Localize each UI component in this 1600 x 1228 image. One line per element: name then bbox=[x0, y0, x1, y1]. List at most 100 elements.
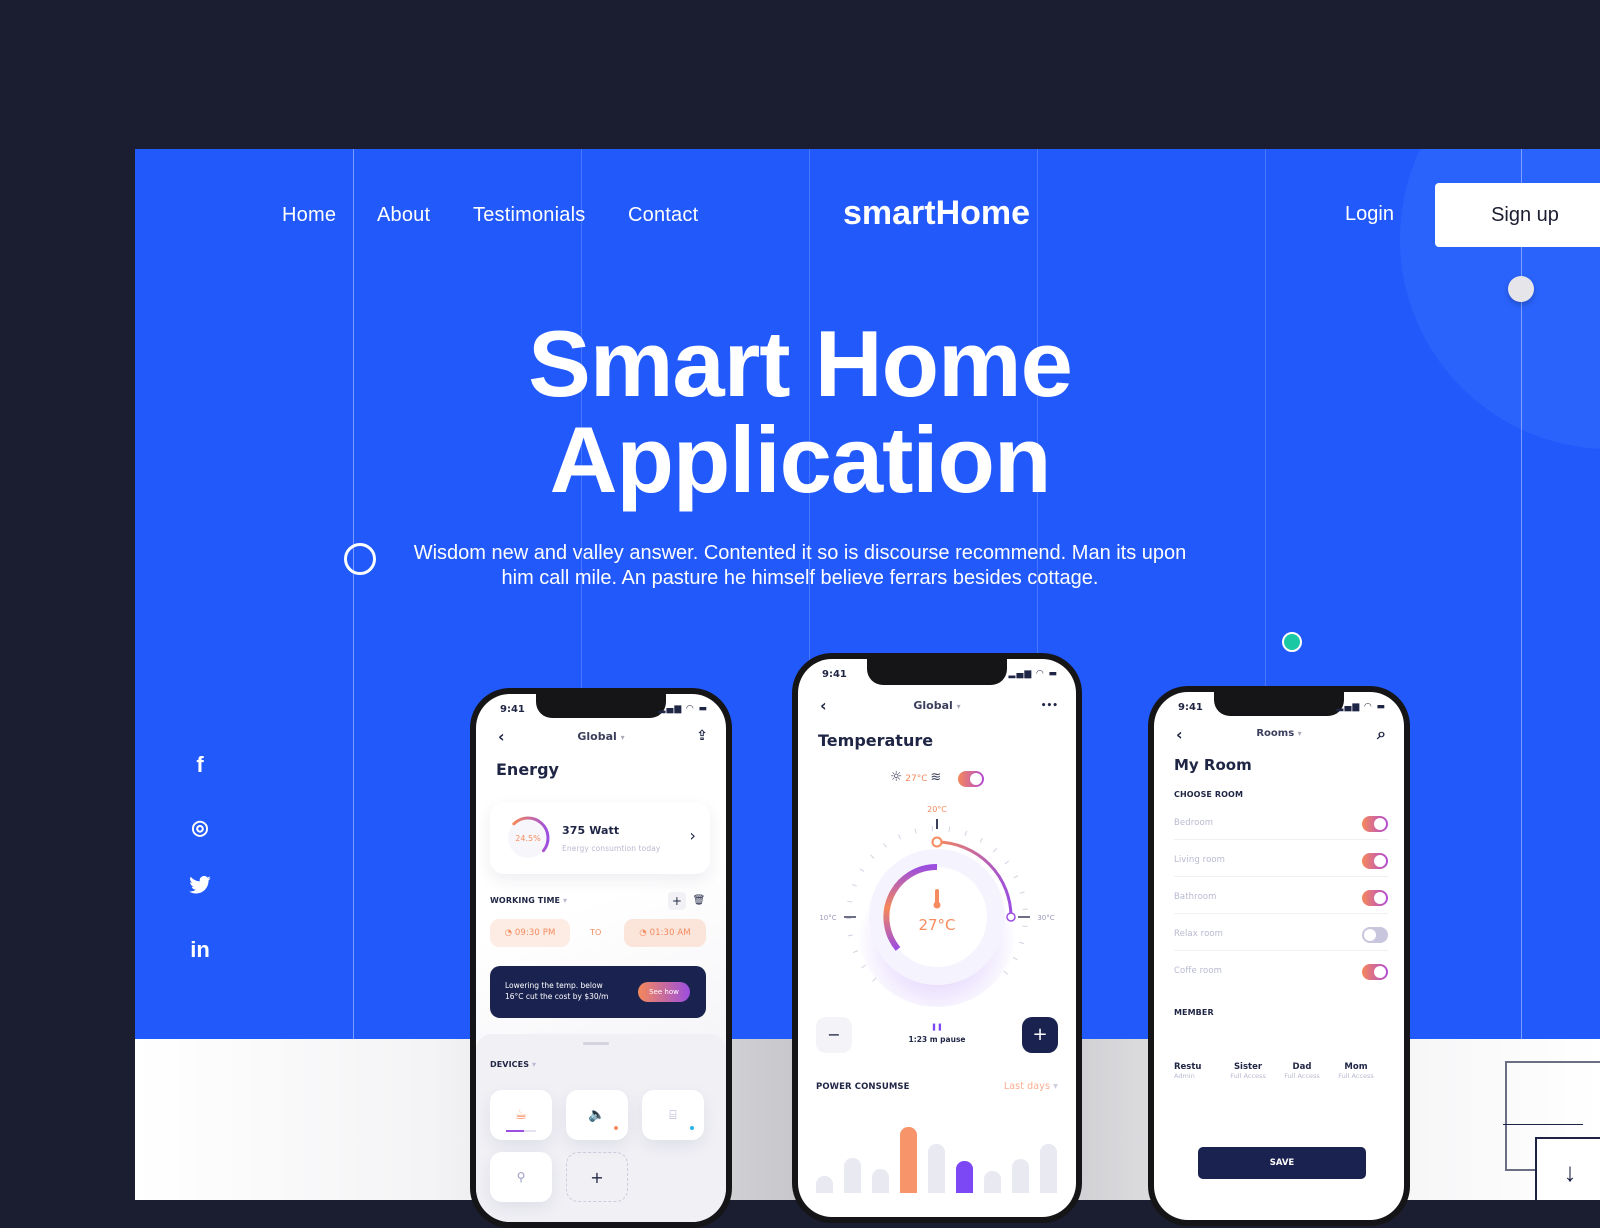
login-link[interactable]: Login bbox=[1345, 203, 1394, 226]
share-icon[interactable]: ⇪ bbox=[696, 728, 708, 744]
logo[interactable]: smartHome bbox=[843, 194, 1030, 233]
chart-bar[interactable] bbox=[872, 1169, 889, 1193]
climate-toggle[interactable] bbox=[958, 771, 984, 787]
phone-notch bbox=[536, 694, 666, 718]
see-how-button[interactable]: See how bbox=[638, 982, 690, 1002]
member-label: MEMBER bbox=[1174, 1008, 1214, 1017]
phone-notch bbox=[867, 659, 1007, 685]
chart-bar[interactable] bbox=[984, 1171, 1001, 1193]
dial-tick bbox=[870, 855, 874, 858]
scroll-down-button[interactable]: ↓ bbox=[1535, 1137, 1600, 1200]
dial-tick bbox=[847, 901, 852, 902]
status-icons: ▂▄▆ ◠ ▬ bbox=[659, 704, 708, 714]
hero-subtitle: Wisdom new and valley answer. Contented … bbox=[135, 541, 1600, 591]
dial-tick bbox=[1005, 861, 1009, 864]
sheet-handle[interactable] bbox=[583, 1042, 609, 1045]
phone-rooms: 9:41 ▂▄▆ ◠ ▬ ‹ Rooms ▾ ⌕ My Room CHOOSE … bbox=[1148, 686, 1410, 1226]
member-role: Full Access bbox=[1274, 1072, 1330, 1080]
chart-bar[interactable] bbox=[816, 1176, 833, 1193]
delete-icon[interactable]: 🗑 bbox=[690, 892, 708, 910]
promo-banner: Lowering the temp. below16°C cut the cos… bbox=[490, 966, 706, 1018]
scope-dropdown[interactable]: Global ▾ bbox=[476, 730, 726, 743]
dial-tick bbox=[899, 835, 901, 840]
nav-about[interactable]: About bbox=[377, 204, 430, 227]
devices-sheet: DEVICES ▾ ☕ 🔈 ⌸ ⚲ + bbox=[476, 1034, 726, 1222]
temperature-dial[interactable]: 20°C 10°C 30°C 27°C bbox=[798, 799, 1076, 1019]
member-item[interactable]: Sister Full Access bbox=[1220, 1062, 1276, 1080]
nav-home[interactable]: Home bbox=[282, 204, 336, 227]
time-to[interactable]: ◔ 01:30 AM bbox=[624, 919, 706, 947]
phone-notch bbox=[1214, 692, 1344, 716]
device-speaker[interactable]: 🔈 bbox=[566, 1090, 628, 1140]
add-device-button[interactable]: + bbox=[566, 1152, 628, 1202]
nav-contact[interactable]: Contact bbox=[628, 204, 698, 227]
range-dropdown[interactable]: Last days ▾ bbox=[1004, 1081, 1058, 1092]
to-label: TO bbox=[590, 928, 601, 937]
dial-tick bbox=[1023, 926, 1028, 927]
dial-tick bbox=[884, 843, 887, 847]
dial-top-label: 20°C bbox=[927, 805, 947, 814]
decorative-dot-teal bbox=[1282, 632, 1302, 652]
time-from[interactable]: ◔ 09:30 PM bbox=[490, 919, 570, 947]
nav-testimonials[interactable]: Testimonials bbox=[473, 204, 585, 227]
room-toggle[interactable] bbox=[1362, 816, 1388, 832]
linkedin-icon[interactable]: in bbox=[185, 937, 215, 963]
instagram-icon[interactable]: ◎ bbox=[185, 815, 215, 840]
twitter-icon[interactable] bbox=[185, 876, 215, 899]
room-name: Bedroom bbox=[1174, 818, 1213, 828]
weather-row: ☼ 27°C ≋ bbox=[798, 769, 1076, 785]
dial-tick bbox=[1014, 876, 1018, 878]
facebook-icon[interactable]: f bbox=[185, 752, 215, 778]
member-role: Full Access bbox=[1328, 1072, 1384, 1080]
wind-icon: ≋ bbox=[930, 770, 941, 785]
energy-card[interactable]: 24.5% 375 Watt Energy consumtion today › bbox=[490, 802, 710, 874]
power-chart bbox=[816, 1109, 1056, 1193]
scope-dropdown[interactable]: Global ▾ bbox=[798, 699, 1076, 712]
chevron-right-icon: › bbox=[690, 826, 697, 845]
device-coffee[interactable]: ☕ bbox=[490, 1090, 552, 1140]
device-router[interactable]: ⌸ bbox=[642, 1090, 704, 1140]
chart-bar[interactable] bbox=[928, 1144, 945, 1193]
dial-tick bbox=[852, 884, 857, 886]
room-toggle[interactable] bbox=[1362, 927, 1388, 943]
dial-tick bbox=[862, 965, 866, 968]
page-title: My Room bbox=[1174, 756, 1252, 774]
arrow-down-icon: ↓ bbox=[1564, 1157, 1577, 1188]
sun-icon: ☼ bbox=[890, 769, 903, 785]
chart-bar[interactable] bbox=[956, 1161, 973, 1193]
save-button[interactable]: SAVE bbox=[1198, 1147, 1366, 1179]
decorative-line bbox=[1503, 1124, 1583, 1125]
increase-button[interactable]: + bbox=[1022, 1017, 1058, 1053]
add-time-button[interactable]: + bbox=[668, 892, 686, 910]
hero-title: Smart HomeApplication bbox=[135, 316, 1600, 508]
energy-gauge: 24.5% bbox=[504, 814, 552, 862]
choose-room-label: CHOOSE ROOM bbox=[1174, 790, 1243, 799]
chart-bar[interactable] bbox=[1040, 1144, 1057, 1193]
dial-tick bbox=[860, 869, 864, 872]
svg-text:24.5%: 24.5% bbox=[515, 834, 541, 843]
phone-temperature: 9:41 ▂▄▆ ◠ ▬ ‹ Global ▾ ••• Temperature … bbox=[792, 653, 1082, 1223]
working-time-label[interactable]: WORKING TIME ▾ bbox=[490, 896, 567, 905]
room-toggle[interactable] bbox=[1362, 890, 1388, 906]
signup-button[interactable]: Sign up bbox=[1435, 183, 1600, 247]
watt-value: 375 Watt bbox=[562, 824, 619, 837]
search-icon[interactable]: ⌕ bbox=[1377, 724, 1386, 744]
chart-bar[interactable] bbox=[844, 1158, 861, 1193]
device-tap[interactable]: ⚲ bbox=[490, 1152, 552, 1202]
chart-bar[interactable] bbox=[900, 1127, 917, 1193]
room-toggle[interactable] bbox=[1362, 853, 1388, 869]
chart-bar[interactable] bbox=[1012, 1159, 1029, 1193]
room-row: Relax room bbox=[1174, 921, 1388, 951]
devices-label[interactable]: DEVICES ▾ bbox=[490, 1060, 536, 1069]
rooms-dropdown[interactable]: Rooms ▾ bbox=[1154, 728, 1404, 739]
member-item[interactable]: Mom Full Access bbox=[1328, 1062, 1384, 1080]
more-icon[interactable]: ••• bbox=[1041, 701, 1058, 711]
dial-left-label: 10°C bbox=[819, 914, 836, 922]
status-icons: ▂▄▆ ◠ ▬ bbox=[1337, 702, 1386, 712]
member-item[interactable]: Dad Full Access bbox=[1274, 1062, 1330, 1080]
status-time: 9:41 bbox=[822, 669, 847, 680]
dial-tick bbox=[949, 827, 950, 832]
dial-tick bbox=[980, 838, 983, 842]
room-toggle[interactable] bbox=[1362, 964, 1388, 980]
status-time: 9:41 bbox=[500, 704, 525, 715]
